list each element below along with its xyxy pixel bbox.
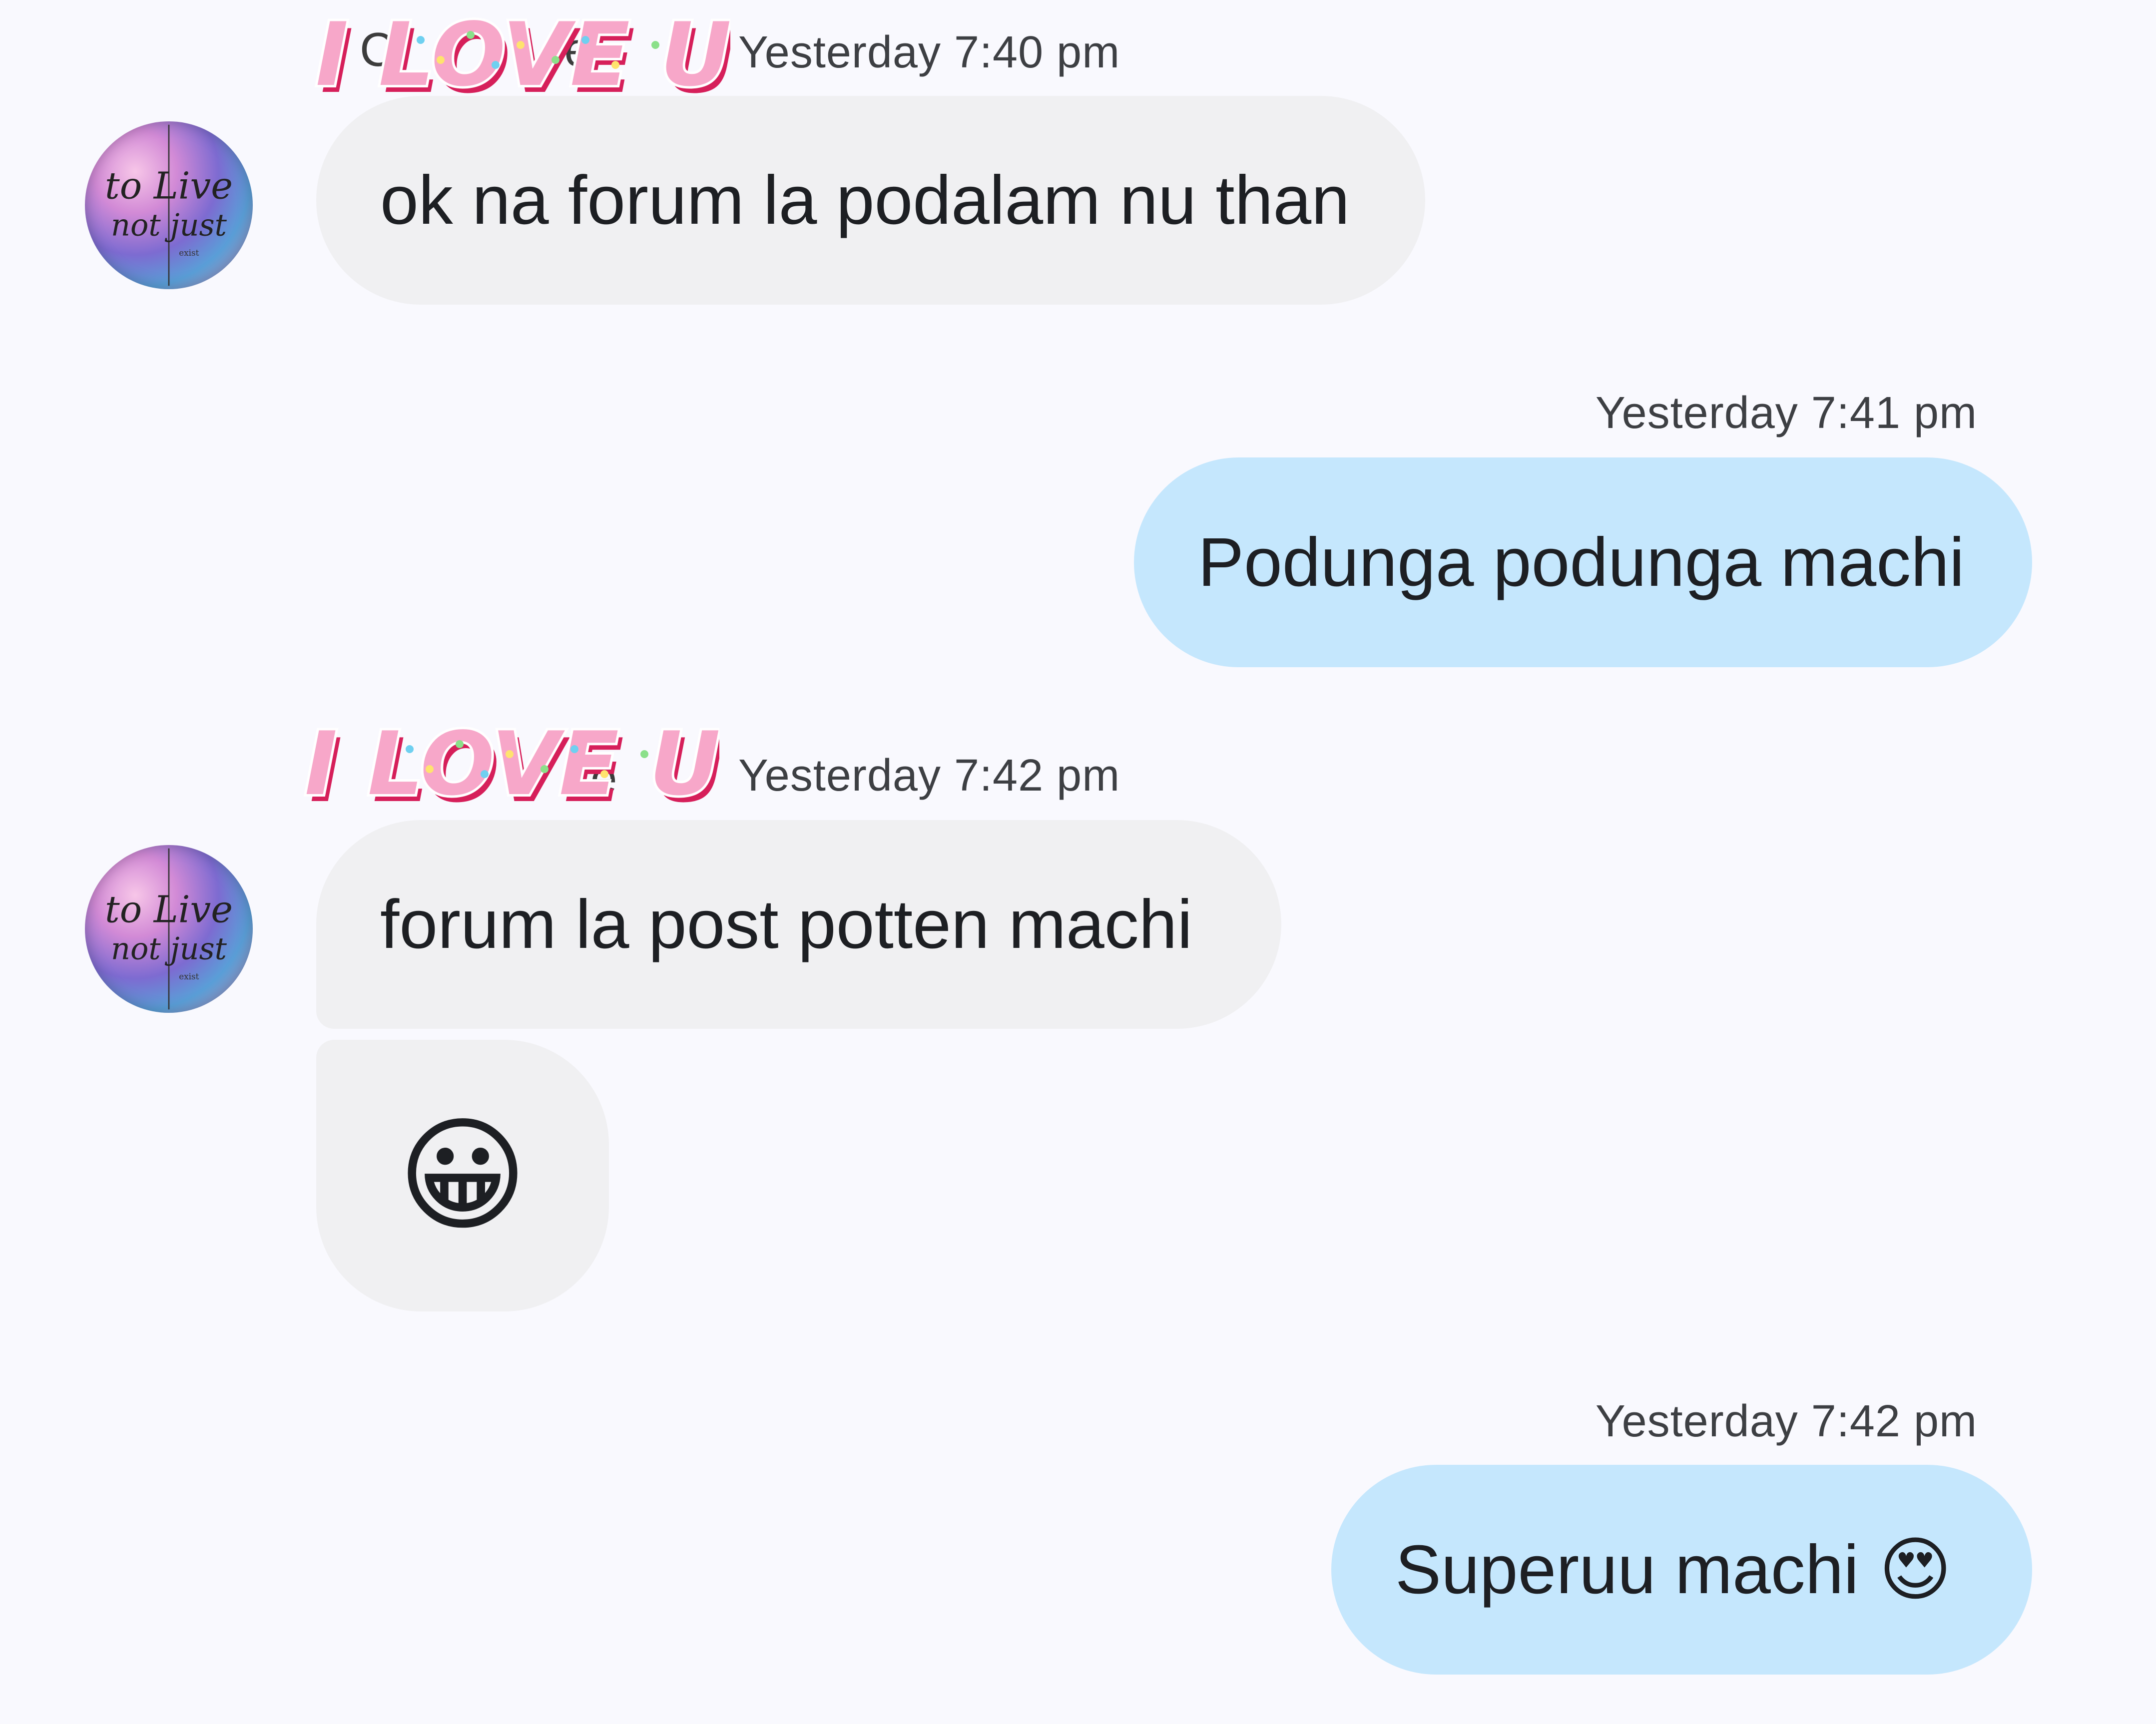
contact-avatar[interactable]: to Live not just exist bbox=[85, 121, 253, 289]
avatar-text-line2: not just bbox=[111, 208, 227, 243]
message-group-2: Yesterday 7:41 pm Podunga podunga machi bbox=[0, 360, 2156, 679]
message-text: Superuu machi bbox=[1395, 1531, 1859, 1608]
love-sticker-2: I LOVE U I LOVE U bbox=[295, 714, 719, 814]
heart-eyes-emoji-icon: 😍 bbox=[1879, 1530, 1952, 1609]
avatar-text-line1: to Live bbox=[105, 888, 233, 931]
message-timestamp: Yesterday 7:42 pm bbox=[1595, 1396, 1977, 1446]
sticker-text: I LOVE U bbox=[316, 5, 730, 105]
message-group-3: re I LOVE U I LOVE U Yesterday 7:42 pm t… bbox=[0, 714, 2156, 1313]
avatar-text-line1: to Live bbox=[105, 165, 233, 208]
love-sticker-1: I LOVE U I LOVE U bbox=[306, 5, 730, 105]
message-timestamp: Yesterday 7:40 pm bbox=[738, 27, 1120, 77]
avatar-text-line2: not just bbox=[111, 931, 227, 966]
message-timestamp: Yesterday 7:42 pm bbox=[738, 751, 1120, 801]
avatar-text-small: exist bbox=[179, 971, 199, 981]
sticker-text: I LOVE U bbox=[305, 714, 719, 814]
message-bubble-outgoing[interactable]: Podunga podunga machi bbox=[1134, 457, 2032, 667]
message-timestamp: Yesterday 7:41 pm bbox=[1595, 388, 1977, 438]
message-bubble-incoming[interactable]: ok na forum la podalam nu than bbox=[316, 96, 1425, 305]
emoji-bubble-incoming[interactable]: 😀 bbox=[316, 1040, 609, 1311]
message-group-1: Ce I LOVE U I LOVE U Yesterday 7:40 pm t… bbox=[0, 0, 2156, 310]
contact-avatar[interactable]: to Live not just exist bbox=[85, 845, 253, 1013]
message-text: Podunga podunga machi bbox=[1198, 524, 1965, 601]
avatar-text-small: exist bbox=[179, 248, 199, 258]
message-text: ok na forum la podalam nu than bbox=[380, 162, 1350, 239]
message-bubble-outgoing[interactable]: Superuu machi 😍 bbox=[1331, 1465, 2032, 1675]
message-bubble-incoming[interactable]: forum la post potten machi bbox=[316, 820, 1281, 1029]
message-group-4: Yesterday 7:42 pm Superuu machi 😍 bbox=[0, 1371, 2156, 1711]
message-text: forum la post potten machi bbox=[380, 886, 1193, 963]
grinning-face-emoji-icon: 😀 bbox=[397, 1106, 528, 1245]
